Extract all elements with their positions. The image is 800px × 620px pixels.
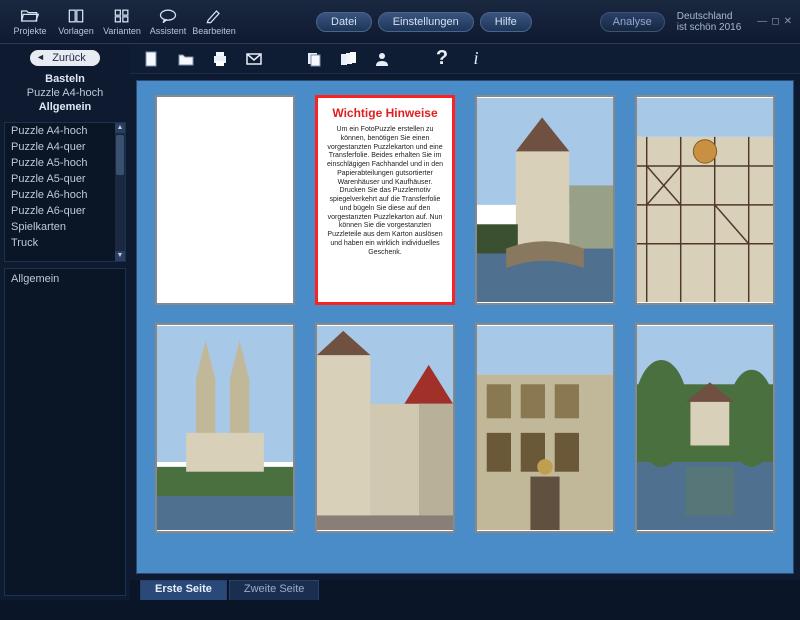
thumb-grid: Wichtige Hinweise Um ein FotoPuzzle erst… (155, 95, 775, 533)
scrollbar[interactable]: ▲ ▼ (115, 123, 125, 261)
window-controls: — ◻ ✕ (757, 16, 792, 27)
format-item[interactable]: Puzzle A5-quer (5, 171, 125, 187)
scroll-thumb[interactable] (116, 135, 124, 175)
thumb-photo-4[interactable] (315, 323, 455, 533)
hint-body: Um ein FotoPuzzle erstellen zu können, b… (324, 126, 446, 257)
pencil-icon (204, 7, 224, 25)
datei-button[interactable]: Datei (316, 12, 372, 32)
hilfe-button[interactable]: Hilfe (480, 12, 532, 32)
scroll-down-icon[interactable]: ▼ (115, 251, 125, 261)
crumb-puzzle[interactable]: Puzzle A4-hoch (4, 86, 126, 100)
brand-line2: ist schön 2016 (677, 22, 742, 33)
content: ? i Wichtige Hinweise Um ein FotoPuzzle … (130, 44, 800, 600)
canvas: Wichtige Hinweise Um ein FotoPuzzle erst… (136, 80, 794, 574)
photo-park-house (637, 325, 773, 531)
tab-second-page[interactable]: Zweite Seite (229, 580, 320, 600)
general-panel: Allgemein (4, 268, 126, 596)
varianten-label: Varianten (103, 26, 141, 36)
einstellungen-button[interactable]: Einstellungen (378, 12, 474, 32)
right-controls: Analyse Deutschland ist schön 2016 — ◻ ✕ (600, 11, 792, 33)
format-item[interactable]: Puzzle A4-quer (5, 139, 125, 155)
user-icon[interactable] (372, 49, 392, 69)
menu-buttons: Datei Einstellungen Hilfe (316, 12, 532, 32)
multi-page-icon[interactable] (338, 49, 358, 69)
thumb-hint[interactable]: Wichtige Hinweise Um ein FotoPuzzle erst… (315, 95, 455, 305)
format-item[interactable]: Puzzle A4-hoch (5, 123, 125, 139)
scroll-up-icon[interactable]: ▲ (115, 123, 125, 133)
format-panel: Puzzle A4-hoch Puzzle A4-quer Puzzle A5-… (4, 122, 126, 262)
hint-title: Wichtige Hinweise (324, 106, 446, 120)
photo-ornate-building (477, 325, 613, 531)
icon-bar: ? i (130, 44, 800, 74)
thumb-photo-3[interactable] (155, 323, 295, 533)
help-icon[interactable]: ? (432, 49, 452, 69)
format-item[interactable]: Puzzle A6-hoch (5, 187, 125, 203)
varianten-button[interactable]: Varianten (100, 2, 144, 42)
mail-icon[interactable] (244, 49, 264, 69)
format-item[interactable]: Spielkarten (5, 219, 125, 235)
bearbeiten-label: Bearbeiten (192, 26, 236, 36)
assistent-button[interactable]: Assistent (146, 2, 190, 42)
brand-line1: Deutschland (677, 11, 742, 22)
maximize-icon[interactable]: ◻ (771, 16, 779, 27)
thumb-photo-5[interactable] (475, 323, 615, 533)
back-button[interactable]: Zurück (30, 50, 100, 66)
copy-icon[interactable] (304, 49, 324, 69)
general-label[interactable]: Allgemein (11, 273, 119, 285)
sidebar: Zurück Basteln Puzzle A4-hoch Allgemein … (0, 44, 130, 600)
grid-icon (112, 7, 132, 25)
vorlagen-label: Vorlagen (58, 26, 94, 36)
tool-group: Projekte Vorlagen Varianten Assistent Be… (8, 2, 236, 42)
minimize-icon[interactable]: — (757, 16, 767, 27)
crumb-allgemein[interactable]: Allgemein (4, 100, 126, 114)
photo-tower-street (317, 325, 453, 531)
format-item[interactable]: Truck (5, 235, 125, 251)
format-item[interactable]: Puzzle A5-hoch (5, 155, 125, 171)
templates-icon (66, 7, 86, 25)
chat-icon (158, 7, 178, 25)
canvas-wrap: Wichtige Hinweise Um ein FotoPuzzle erst… (130, 74, 800, 580)
thumb-photo-6[interactable] (635, 323, 775, 533)
photo-fachwerk (637, 97, 773, 303)
format-list: Puzzle A4-hoch Puzzle A4-quer Puzzle A5-… (5, 123, 125, 261)
assistent-label: Assistent (150, 26, 187, 36)
info-icon[interactable]: i (466, 49, 486, 69)
photo-bamberg (477, 97, 613, 303)
crumb-basteln[interactable]: Basteln (4, 72, 126, 86)
thumb-photo-1[interactable] (475, 95, 615, 305)
new-doc-icon[interactable] (142, 49, 162, 69)
analyse-button[interactable]: Analyse (600, 12, 665, 32)
bearbeiten-button[interactable]: Bearbeiten (192, 2, 236, 42)
thumb-blank[interactable] (155, 95, 295, 305)
close-icon[interactable]: ✕ (784, 16, 792, 27)
breadcrumb: Basteln Puzzle A4-hoch Allgemein (4, 72, 126, 114)
folder-open-icon (20, 7, 40, 25)
projekte-label: Projekte (13, 26, 46, 36)
hint-card: Wichtige Hinweise Um ein FotoPuzzle erst… (318, 98, 452, 265)
print-icon[interactable] (210, 49, 230, 69)
page-tabs: Erste Seite Zweite Seite (130, 580, 800, 600)
thumb-photo-2[interactable] (635, 95, 775, 305)
open-folder-icon[interactable] (176, 49, 196, 69)
tab-first-page[interactable]: Erste Seite (140, 580, 227, 600)
main-toolbar: Projekte Vorlagen Varianten Assistent Be… (0, 0, 800, 44)
projekte-button[interactable]: Projekte (8, 2, 52, 42)
vorlagen-button[interactable]: Vorlagen (54, 2, 98, 42)
format-item[interactable]: Puzzle A6-quer (5, 203, 125, 219)
main-area: Zurück Basteln Puzzle A4-hoch Allgemein … (0, 44, 800, 600)
brand-text: Deutschland ist schön 2016 (677, 11, 742, 33)
photo-towers (157, 325, 293, 531)
